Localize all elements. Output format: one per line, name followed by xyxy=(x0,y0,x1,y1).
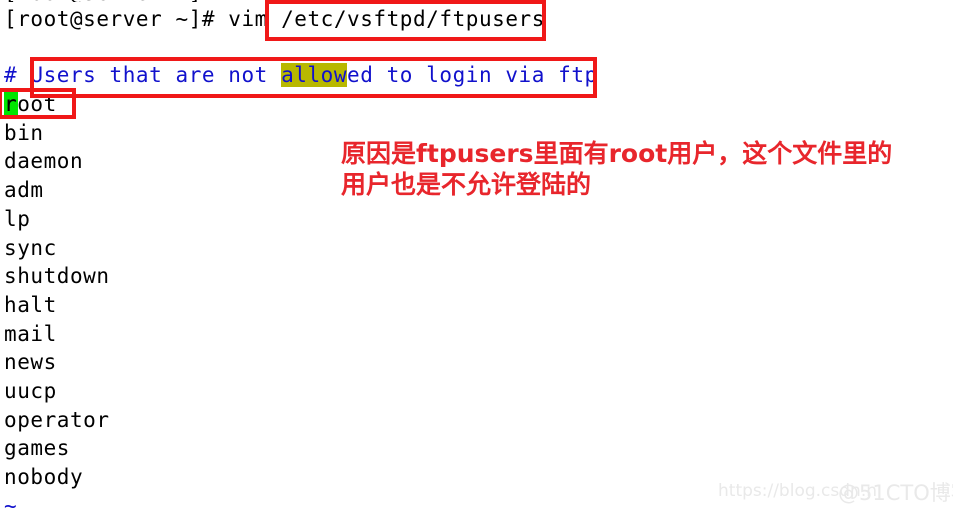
vim-file-line: games xyxy=(4,436,70,461)
vim-file-line: mail xyxy=(4,321,57,346)
vim-file-line: daemon xyxy=(4,149,84,174)
vim-comment-line: # Users that are not allowed to login vi… xyxy=(4,62,598,88)
vim-file-line: shutdown xyxy=(4,264,110,289)
vim-file-line: uucp xyxy=(4,379,57,403)
vim-file-line: news xyxy=(4,350,57,375)
annotation-note-text: 原因是ftpusers里面有root用户，这个文件里的用户也是不允许登陆的 xyxy=(341,139,893,199)
vim-cursor-char: r xyxy=(4,92,18,116)
vim-file-line: bin xyxy=(4,120,44,145)
vim-file-line: operator xyxy=(4,407,110,432)
search-highlight: allow xyxy=(281,63,348,87)
comment-text-after: ed to login via ftp xyxy=(347,63,598,87)
vim-file-line: adm xyxy=(4,178,44,203)
comment-hash: # xyxy=(4,63,31,87)
vim-file-line: sync xyxy=(4,235,57,260)
vim-file-line: lp xyxy=(4,206,31,231)
vim-file-line: halt xyxy=(4,292,57,317)
terminal-screenshot: [root@server ~]# [root@server ~]# vim /e… xyxy=(0,0,953,511)
command-file-path: /etc/vsftpd/ftpusers xyxy=(281,7,545,31)
previous-prompt-line: [root@server ~]# xyxy=(4,0,215,2)
vim-file-line: nobody xyxy=(4,465,84,490)
shell-prompt: [root@server ~]# vim xyxy=(4,7,282,31)
watermark-51cto: @51CTO博客 xyxy=(838,481,953,505)
shell-prompt-line: [root@server ~]# vim /etc/vsftpd/ftpuser… xyxy=(4,6,545,32)
comment-text-before: Users that are not xyxy=(30,63,282,87)
vim-empty-line-marker: ~ xyxy=(4,493,18,511)
